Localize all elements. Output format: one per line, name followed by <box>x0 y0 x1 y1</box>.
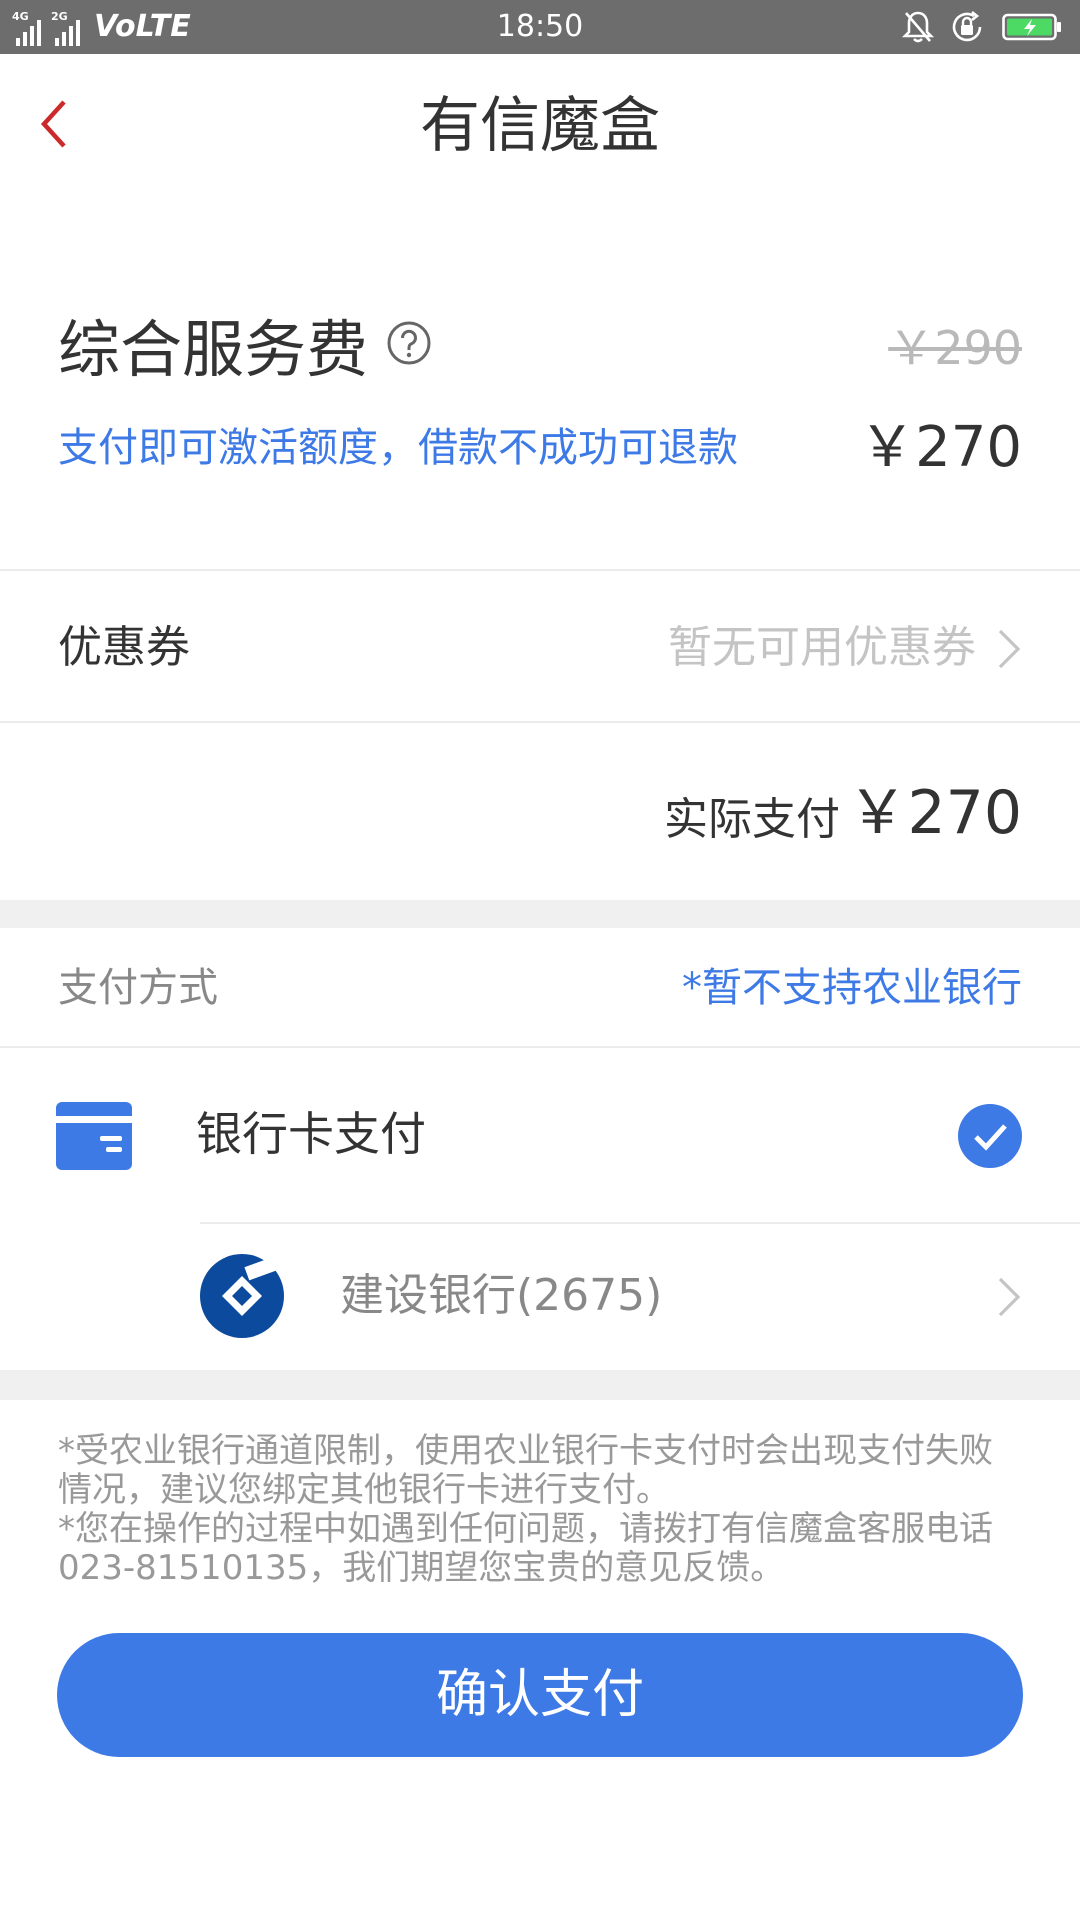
page-title: 有信魔盒 <box>420 91 660 161</box>
nav-bar: 有信魔盒 <box>0 54 1080 198</box>
rotation-lock-icon <box>952 10 982 42</box>
payment-method-label: 支付方式 <box>58 965 218 1011</box>
coupon-label: 优惠券 <box>58 622 190 673</box>
status-bar: 4G 2G VoLTE 18:50 <box>0 0 1080 54</box>
bank-select-row[interactable]: 建设银行(2675) <box>0 1224 1080 1370</box>
original-price: ￥290 <box>888 321 1022 375</box>
actual-payment-label: 实际支付 <box>664 794 840 845</box>
bank-card-payment-option[interactable]: 银行卡支付 <box>0 1050 1080 1222</box>
fee-description: 支付即可激活额度，借款不成功可退款 <box>58 425 738 471</box>
actual-payment-amount: ￥270 <box>847 778 1022 848</box>
bank-card-payment-label: 银行卡支付 <box>196 1107 426 1161</box>
coupon-row[interactable]: 优惠券 暂无可用优惠券 <box>0 573 1080 723</box>
note-abc-bank: *受农业银行通道限制，使用农业银行卡支付时会出现支付失败情况，建议您绑定其他银行… <box>58 1431 993 1510</box>
section-divider <box>0 1370 1080 1400</box>
ccb-bank-logo-icon <box>200 1254 284 1338</box>
payment-method-note: *暂不支持农业银行 <box>682 965 1022 1011</box>
question-circle-icon[interactable] <box>386 320 432 366</box>
section-divider <box>0 900 1080 928</box>
chevron-left-icon <box>40 100 66 148</box>
confirm-payment-button[interactable]: 确认支付 <box>57 1633 1023 1757</box>
payment-notes: *受农业银行通道限制，使用农业银行卡支付时会出现支付失败情况，建议您绑定其他银行… <box>58 1432 1022 1588</box>
coupon-value: 暂无可用优惠券 <box>668 622 976 673</box>
note-customer-service: *您在操作的过程中如遇到任何问题，请拨打有信魔盒客服电话023-81510135… <box>58 1509 993 1588</box>
payment-page: 4G 2G VoLTE 18:50 有信魔盒 综合服务费 ￥290 支付即可激活… <box>0 0 1080 1920</box>
bank-card-icon <box>56 1102 132 1170</box>
actual-payment-row: 实际支付 ￥270 <box>0 725 1080 900</box>
battery-charging-icon <box>1002 13 1061 41</box>
bell-off-icon <box>902 11 934 43</box>
service-fee-title: 综合服务费 <box>58 313 369 386</box>
status-icons <box>902 10 1062 44</box>
chevron-right-icon <box>998 1277 1021 1317</box>
chevron-right-icon <box>998 629 1021 669</box>
check-circle-icon[interactable] <box>958 1104 1022 1168</box>
payment-method-header: 支付方式 *暂不支持农业银行 <box>0 928 1080 1048</box>
service-fee-section: 综合服务费 ￥290 支付即可激活额度，借款不成功可退款 ￥270 <box>0 198 1080 571</box>
fee-price: ￥270 <box>859 415 1022 480</box>
bank-name: 建设银行(2675) <box>340 1270 663 1321</box>
back-button[interactable] <box>30 88 90 158</box>
